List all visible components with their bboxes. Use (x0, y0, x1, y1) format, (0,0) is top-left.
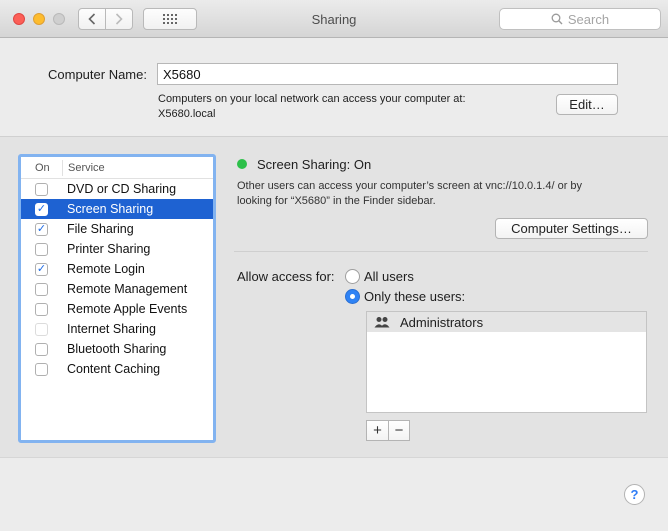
service-row[interactable]: Printer Sharing (21, 239, 213, 259)
checkmark-icon: ✓ (36, 262, 47, 275)
service-label: Screen Sharing (67, 202, 154, 216)
user-row[interactable]: Administrators (367, 312, 646, 332)
service-checkbox[interactable]: ✓ (35, 222, 48, 236)
service-label: Content Caching (67, 362, 161, 376)
user-label: Administrators (400, 314, 484, 330)
computer-name-label: Computer Name: (48, 67, 147, 82)
add-user-button[interactable]: + (367, 421, 388, 440)
title-bar: Sharing Search (0, 0, 668, 38)
service-label: Printer Sharing (67, 242, 151, 256)
service-description: Other users can access your computer’s s… (237, 179, 657, 209)
service-checkbox[interactable] (35, 342, 48, 356)
service-row[interactable]: ✓ Remote Login (21, 259, 213, 279)
service-row[interactable]: ✓ Screen Sharing (21, 199, 213, 219)
service-label: Internet Sharing (67, 322, 156, 336)
allow-access-label: Allow access for: (237, 269, 335, 284)
service-label: File Sharing (67, 222, 134, 236)
service-list[interactable]: On Service DVD or CD Sharing ✓ Screen Shar… (18, 154, 216, 443)
service-label: DVD or CD Sharing (67, 182, 177, 196)
service-checkbox (35, 322, 48, 336)
help-button[interactable]: ? (624, 484, 645, 505)
service-list-header: On Service (21, 157, 213, 179)
all-users-radio[interactable] (345, 269, 360, 284)
service-row[interactable]: Bluetooth Sharing (21, 339, 213, 359)
all-users-label[interactable]: All users (364, 269, 414, 284)
search-field[interactable]: Search (499, 8, 661, 30)
service-checkbox[interactable] (35, 182, 48, 196)
remove-user-button[interactable]: − (388, 421, 409, 440)
service-row[interactable]: Remote Management (21, 279, 213, 299)
add-remove-control: + − (366, 420, 410, 441)
description-line-2: looking for “X5680” in the Finder sideba… (237, 195, 436, 207)
only-these-users-label[interactable]: Only these users: (364, 289, 465, 304)
status-title: Screen Sharing: On (257, 157, 372, 172)
only-these-users-radio[interactable] (345, 289, 360, 304)
hint-line-2: X5680.local (158, 108, 216, 120)
checkmark-icon: ✓ (36, 202, 47, 215)
service-checkbox[interactable] (35, 242, 48, 256)
service-row[interactable]: Content Caching (21, 359, 213, 379)
local-address-hint: Computers on your local network can acce… (158, 92, 538, 122)
service-label: Bluetooth Sharing (67, 342, 167, 356)
edit-button[interactable]: Edit… (556, 94, 618, 115)
allowed-users-list[interactable]: Administrators (366, 311, 647, 413)
status-indicator (237, 159, 247, 169)
column-header-on[interactable]: On (21, 159, 63, 176)
divider (234, 251, 648, 252)
service-checkbox[interactable] (35, 302, 48, 316)
service-label: Remote Management (67, 282, 188, 296)
computer-name-field[interactable] (157, 63, 618, 85)
search-icon (551, 13, 563, 25)
group-icon (374, 317, 390, 328)
service-label: Remote Login (67, 262, 145, 276)
checkmark-icon: ✓ (36, 222, 47, 235)
service-checkbox[interactable] (35, 362, 48, 376)
service-checkbox[interactable]: ✓ (35, 262, 48, 276)
hint-line-1: Computers on your local network can acce… (158, 93, 466, 105)
search-placeholder: Search (567, 11, 610, 27)
service-row[interactable]: Internet Sharing (21, 319, 213, 339)
service-row[interactable]: ✓ File Sharing (21, 219, 213, 239)
service-checkbox[interactable]: ✓ (35, 202, 48, 216)
service-checkbox[interactable] (35, 282, 48, 296)
service-row[interactable]: Remote Apple Events (21, 299, 213, 319)
description-line-1: Other users can access your computer’s s… (237, 180, 583, 192)
service-row[interactable]: DVD or CD Sharing (21, 179, 213, 199)
computer-settings-button[interactable]: Computer Settings… (495, 218, 648, 239)
service-label: Remote Apple Events (67, 302, 188, 316)
column-header-service[interactable]: Service (63, 162, 105, 174)
